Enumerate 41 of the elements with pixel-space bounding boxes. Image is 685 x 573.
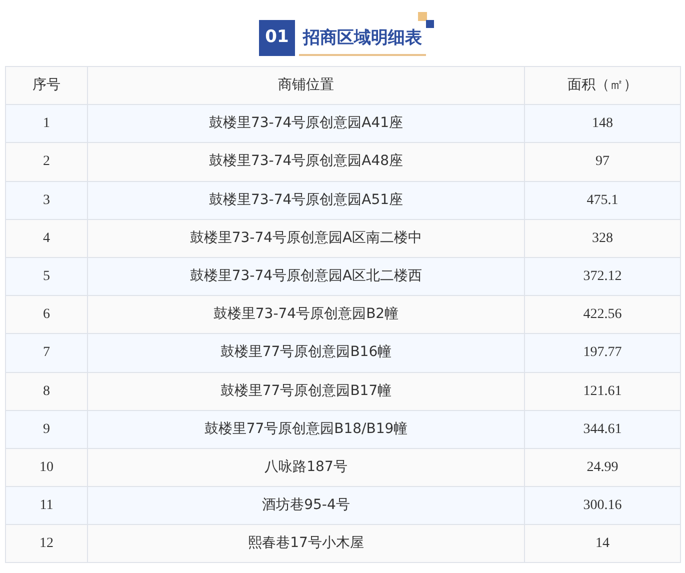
table-cell: 熙春巷17号小木屋 bbox=[88, 524, 524, 563]
table-cell: 197.77 bbox=[524, 334, 680, 372]
table-cell: 10 bbox=[6, 448, 88, 487]
table-cell: 鼓楼里73-74号原创意园A48座 bbox=[88, 142, 524, 182]
table-cell: 344.61 bbox=[524, 410, 680, 448]
table-cell: 6 bbox=[6, 296, 88, 334]
table-cell: 475.1 bbox=[524, 181, 680, 220]
table-cell: 鼓楼里73-74号原创意园A51座 bbox=[88, 181, 524, 220]
column-header: 面积（㎡） bbox=[524, 66, 680, 105]
column-header: 商铺位置 bbox=[88, 66, 524, 105]
table-cell: 422.56 bbox=[524, 296, 680, 334]
table-cell: 3 bbox=[6, 181, 88, 220]
table-cell: 鼓楼里73-74号原创意园A41座 bbox=[88, 104, 524, 143]
table-cell: 鼓楼里77号原创意园B18/B19幢 bbox=[88, 410, 524, 448]
table-cell: 8 bbox=[6, 372, 88, 410]
table-cell: 鼓楼里73-74号原创意园A区南二楼中 bbox=[88, 219, 524, 258]
table-cell: 鼓楼里77号原创意园B16幢 bbox=[88, 334, 524, 372]
table-cell: 328 bbox=[524, 219, 680, 258]
table-cell: 148 bbox=[524, 104, 680, 143]
table-cell: 372.12 bbox=[524, 257, 680, 296]
table-cell: 11 bbox=[6, 486, 88, 525]
table-cell: 7 bbox=[6, 334, 88, 372]
table-cell: 酒坊巷95-4号 bbox=[88, 486, 524, 525]
table-cell: 八咏路187号 bbox=[88, 448, 524, 487]
table-cell: 97 bbox=[524, 142, 680, 182]
table-cell: 300.16 bbox=[524, 486, 680, 525]
table-cell: 24.99 bbox=[524, 448, 680, 487]
table-cell: 1 bbox=[6, 104, 88, 143]
table-cell: 121.61 bbox=[524, 372, 680, 410]
table-cell: 14 bbox=[524, 524, 680, 563]
table-cell: 12 bbox=[6, 524, 88, 563]
table-cell: 9 bbox=[6, 410, 88, 448]
column-header: 序号 bbox=[6, 66, 88, 105]
table-cell: 5 bbox=[6, 257, 88, 296]
section-number: 01 bbox=[259, 20, 295, 56]
table-cell: 鼓楼里73-74号原创意园A区北二楼西 bbox=[88, 257, 524, 296]
section-title: 招商区域明细表 bbox=[299, 26, 426, 56]
table-cell: 2 bbox=[6, 142, 88, 182]
table-cell: 鼓楼里77号原创意园B17幢 bbox=[88, 372, 524, 410]
table-cell: 4 bbox=[6, 219, 88, 258]
table-cell: 鼓楼里73-74号原创意园B2幢 bbox=[88, 296, 524, 334]
